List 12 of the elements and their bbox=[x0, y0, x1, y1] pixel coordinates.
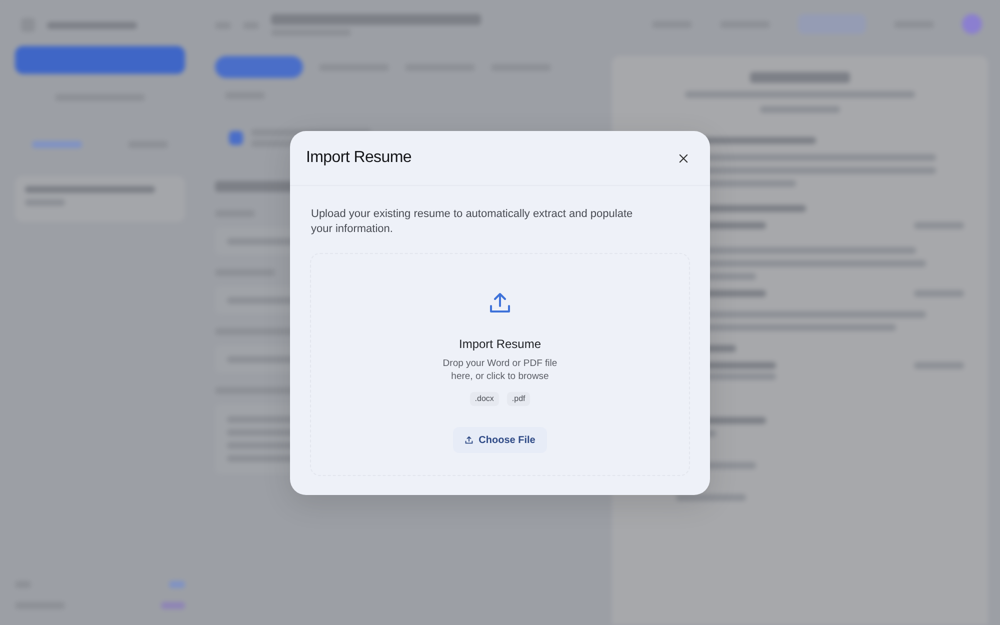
file-drop-zone[interactable]: Import Resume Drop your Word or PDF file here, or click to browse .docx .pdf Choose File bbox=[310, 253, 690, 476]
upload-icon bbox=[464, 436, 473, 444]
choose-file-button[interactable]: Choose File bbox=[452, 427, 548, 453]
drop-zone-title: Import Resume bbox=[458, 336, 542, 352]
close-button[interactable] bbox=[677, 152, 690, 164]
close-icon bbox=[679, 154, 688, 162]
dialog-description: Upload your existing resume to automatically extract and populate your information. bbox=[311, 207, 634, 237]
file-type-tag: .docx bbox=[470, 392, 499, 406]
dialog-title: Import Resume bbox=[306, 149, 412, 167]
upload-icon bbox=[489, 292, 511, 314]
file-type-tag: .pdf bbox=[506, 392, 530, 406]
drop-zone-hint: Drop your Word or PDF file here, or click to browse bbox=[442, 357, 558, 383]
